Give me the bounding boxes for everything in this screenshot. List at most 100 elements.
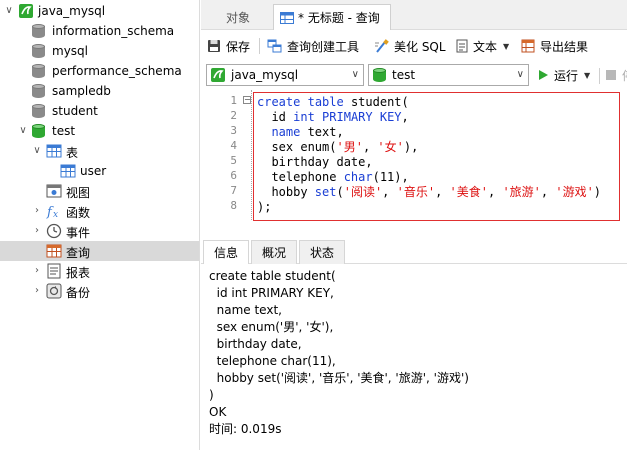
code-line: create table student( <box>257 95 409 109</box>
chevron-down-icon: ∨ <box>516 69 524 80</box>
run-button[interactable]: 运行 ▼ <box>537 66 590 84</box>
line-number: 8 <box>230 199 237 212</box>
tree-label: 函数 <box>66 206 91 220</box>
chevron-down-icon[interactable]: ∨ <box>32 146 42 156</box>
tree-table-user[interactable]: user <box>0 161 199 181</box>
tab-label: * 无标题 - 查询 <box>298 11 380 25</box>
code-line: sex enum('男', '女'), <box>257 140 419 154</box>
tree-db-mysql[interactable]: mysql <box>0 41 199 61</box>
tree-label: 事件 <box>66 226 91 240</box>
tree-label: user <box>80 164 107 178</box>
tab-query[interactable]: * 无标题 - 查询 <box>273 4 391 30</box>
tree-reports[interactable]: › 报表 <box>0 261 199 281</box>
collapse-toggle-icon[interactable]: − <box>243 96 251 104</box>
query-toolbar: 保存 查询创建工具 美化 SQL 文本 ▼ 导出结果 <box>201 31 627 61</box>
database-icon <box>32 124 45 139</box>
svg-text:x: x <box>53 210 58 219</box>
output-status: OK <box>209 405 227 419</box>
tree-label: mysql <box>52 44 88 58</box>
chevron-down-icon[interactable]: ∨ <box>4 6 14 16</box>
chevron-down-icon[interactable]: ∨ <box>18 126 28 136</box>
chevron-right-icon[interactable]: › <box>32 226 42 236</box>
info-output-panel: create table student( id int PRIMARY KEY… <box>201 264 627 450</box>
chevron-right-icon[interactable]: › <box>32 266 42 276</box>
database-icon <box>32 84 45 99</box>
tree-db-performance-schema[interactable]: performance_schema <box>0 61 199 81</box>
code-line: hobby set('阅读', '音乐', '美食', '旅游', '游戏') <box>257 185 602 199</box>
tab-overview[interactable]: 概况 <box>251 240 297 264</box>
query-tab-icon <box>280 11 294 25</box>
navigation-tree: ∨ java_mysql information_schema mysql pe… <box>0 0 200 450</box>
tree-views[interactable]: 视图 <box>0 181 199 201</box>
chevron-right-icon[interactable]: › <box>32 286 42 296</box>
tree-backups[interactable]: › 备份 <box>0 281 199 301</box>
tree-events[interactable]: › 事件 <box>0 221 199 241</box>
tree-db-information-schema[interactable]: information_schema <box>0 21 199 41</box>
output-line: name text, <box>209 303 282 317</box>
chevron-down-icon[interactable]: ▼ <box>584 71 590 80</box>
save-label: 保存 <box>226 39 251 54</box>
output-line: id int PRIMARY KEY, <box>209 286 334 300</box>
view-icon <box>46 183 62 199</box>
output-elapsed-time: 时间: 0.019s <box>209 422 282 436</box>
output-line: sex enum('男', '女'), <box>209 320 334 334</box>
app-window: ∨ java_mysql information_schema mysql pe… <box>0 0 627 450</box>
save-icon <box>208 40 220 52</box>
chevron-down-icon: ∨ <box>351 69 359 80</box>
export-label: 导出结果 <box>540 39 589 54</box>
save-button[interactable]: 保存 <box>207 37 250 55</box>
tree-queries[interactable]: 查询 <box>0 241 199 261</box>
text-button[interactable]: 文本 ▼ <box>456 37 509 55</box>
line-number-gutter: 1 2 3 4 5 6 7 8 <box>201 90 249 236</box>
query-builder-label: 查询创建工具 <box>287 39 360 54</box>
output-line: hobby set('阅读', '音乐', '美食', '旅游', '游戏') <box>209 371 469 385</box>
tree-label: performance_schema <box>52 64 182 78</box>
clock-icon <box>46 223 62 239</box>
code-line: id int PRIMARY KEY, <box>257 110 409 124</box>
query-builder-button[interactable]: 查询创建工具 <box>267 37 359 55</box>
beautify-sql-button[interactable]: 美化 SQL <box>374 37 446 55</box>
output-line: create table student( <box>209 269 336 283</box>
tree-connection-java-mysql[interactable]: ∨ java_mysql <box>0 1 199 21</box>
tree-label: 备份 <box>66 286 91 300</box>
tree-label: sampledb <box>52 84 111 98</box>
table-icon <box>46 143 62 159</box>
text-label: 文本 <box>473 39 498 54</box>
code-line: name text, <box>271 125 344 139</box>
tab-label: 概况 <box>261 246 286 260</box>
line-number: 5 <box>230 154 237 167</box>
line-number: 3 <box>230 124 237 137</box>
tree-functions[interactable]: › fx 函数 <box>0 201 199 221</box>
database-select-value: test <box>392 68 416 82</box>
stop-button[interactable]: 停 <box>605 66 627 84</box>
table-icon <box>60 163 76 179</box>
tab-status[interactable]: 状态 <box>299 240 345 264</box>
connection-select-value: java_mysql <box>231 68 299 82</box>
toolbar-divider <box>599 68 600 84</box>
tree-label: 报表 <box>66 266 91 280</box>
sql-editor[interactable]: 1 2 3 4 5 6 7 8 − create table student( … <box>201 90 627 236</box>
connection-icon <box>18 3 34 19</box>
database-icon <box>373 67 386 83</box>
chevron-down-icon[interactable]: ▼ <box>503 42 509 51</box>
tree-db-test[interactable]: ∨ test <box>0 121 199 141</box>
line-number: 1 <box>230 94 237 107</box>
tree-tables[interactable]: ∨ 表 <box>0 141 199 161</box>
play-icon <box>539 70 548 80</box>
export-results-button[interactable]: 导出结果 <box>521 37 588 55</box>
tree-label: test <box>52 124 76 138</box>
database-select[interactable]: test ∨ <box>368 64 529 86</box>
connection-select[interactable]: java_mysql ∨ <box>206 64 364 86</box>
tab-objects[interactable]: 对象 <box>207 4 269 30</box>
database-icon <box>32 64 45 79</box>
tab-label: 状态 <box>309 246 334 260</box>
tree-db-student[interactable]: student <box>0 101 199 121</box>
code-line: birthday date, <box>257 155 373 169</box>
tab-label: 信息 <box>213 246 238 260</box>
chevron-right-icon[interactable]: › <box>32 206 42 216</box>
report-icon <box>46 263 62 279</box>
sql-code-selection[interactable]: create table student( id int PRIMARY KEY… <box>253 92 620 221</box>
line-number: 7 <box>230 184 237 197</box>
tab-info[interactable]: 信息 <box>203 240 249 264</box>
tree-db-sampledb[interactable]: sampledb <box>0 81 199 101</box>
